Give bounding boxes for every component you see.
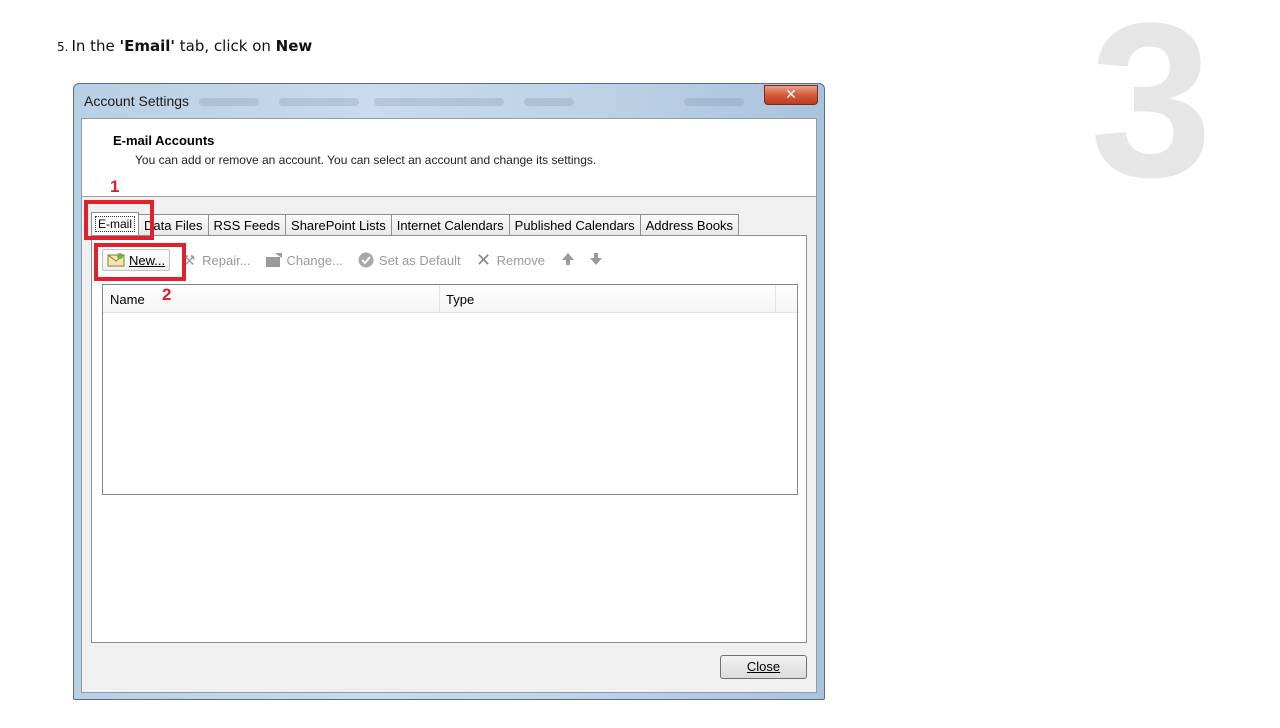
email-tab-panel: New... ⚒ Repair... Change... Set as Defa… (91, 235, 807, 643)
checkmark-icon (357, 252, 375, 268)
window-title: Account Settings (84, 93, 190, 109)
tab-strip: E-mail Data Files RSS Feeds SharePoint L… (91, 212, 740, 236)
arrow-up-icon (559, 252, 577, 268)
remove-button-label: Remove (496, 252, 545, 268)
header-title: E-mail Accounts (113, 133, 215, 148)
annotation-label-1: 1 (110, 177, 120, 196)
change-button-label: Change... (286, 252, 343, 268)
account-settings-window: Account Settings ✕ E-mail Accounts You c… (73, 83, 825, 700)
remove-button[interactable]: ✕ Remove (475, 250, 545, 270)
instruction-tab-name: 'Email' (119, 37, 176, 55)
tab-rss-feeds[interactable]: RSS Feeds (208, 214, 287, 236)
column-divider (775, 285, 776, 312)
move-up-button[interactable] (559, 252, 581, 268)
change-icon (265, 252, 283, 268)
instruction-before: In the (71, 37, 120, 55)
dialog-client-area: E-mail Accounts You can add or remove an… (81, 118, 817, 693)
change-button[interactable]: Change... (265, 252, 343, 268)
dialog-header: E-mail Accounts You can add or remove an… (82, 119, 816, 197)
tab-address-books[interactable]: Address Books (640, 214, 740, 236)
move-down-button[interactable] (587, 252, 609, 268)
tab-internet-calendars[interactable]: Internet Calendars (391, 214, 510, 236)
background-blur (684, 98, 744, 106)
repair-button[interactable]: ⚒ Repair... (180, 252, 251, 268)
highlight-new-button (94, 243, 186, 281)
header-description: You can add or remove an account. You ca… (135, 153, 597, 167)
arrow-down-icon (587, 252, 605, 268)
background-blur (374, 98, 504, 106)
window-close-button[interactable]: ✕ (764, 85, 818, 105)
background-blur (199, 98, 259, 106)
column-type[interactable]: Type (446, 292, 474, 307)
remove-x-icon: ✕ (476, 250, 492, 270)
tab-published-calendars[interactable]: Published Calendars (509, 214, 641, 236)
step-number: 5. (57, 40, 69, 54)
tab-sharepoint-lists[interactable]: SharePoint Lists (286, 214, 392, 236)
column-divider (439, 285, 440, 312)
close-icon: ✕ (785, 87, 797, 103)
background-blur (524, 98, 574, 106)
column-name[interactable]: Name (110, 292, 145, 307)
instruction-action: New (275, 37, 313, 55)
set-default-button[interactable]: Set as Default (357, 252, 461, 268)
highlight-email-tab (84, 200, 154, 240)
list-column-header: Name Type (103, 285, 797, 313)
repair-button-label: Repair... (202, 252, 251, 268)
instruction-text: 5. In the 'Email' tab, click on New (57, 37, 312, 55)
set-default-button-label: Set as Default (378, 252, 461, 268)
annotation-label-2: 2 (162, 285, 172, 304)
title-bar[interactable]: Account Settings ✕ (74, 84, 824, 118)
accounts-list[interactable]: Name Type (102, 284, 798, 495)
background-blur (279, 98, 359, 106)
close-button[interactable]: Close (720, 655, 807, 679)
step-badge: 3 (1090, 0, 1213, 223)
instruction-middle: tab, click on (175, 37, 276, 55)
